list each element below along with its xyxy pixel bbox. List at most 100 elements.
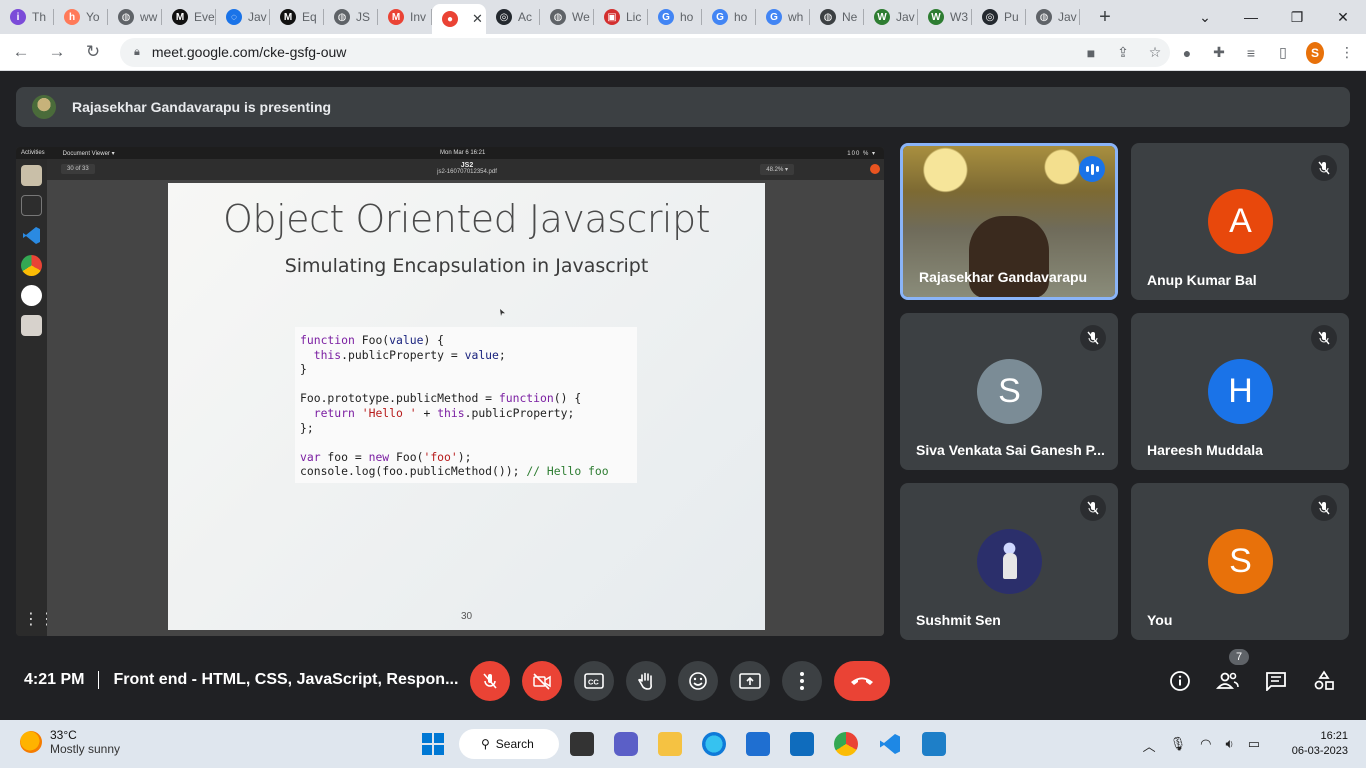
participant-tile[interactable]: S Siva Venkata Sai Ganesh P...	[900, 313, 1118, 470]
browser-tab[interactable]: ◍ Jav	[1026, 0, 1080, 34]
reload-icon[interactable]: ↻	[78, 42, 108, 62]
microphone-icon[interactable]: 🎙︎	[1170, 736, 1187, 755]
media-icon[interactable]: ≡	[1242, 45, 1260, 61]
browser-tab[interactable]: ◌ Jav	[216, 0, 270, 34]
wifi-icon[interactable]: ◠	[1200, 736, 1211, 755]
show-hidden-icons-icon[interactable]: ︿	[1143, 736, 1156, 755]
participant-tile[interactable]: A Anup Kumar Bal	[1131, 143, 1349, 300]
captions-icon: CC	[584, 673, 604, 689]
hand-icon	[638, 672, 652, 690]
store-icon[interactable]	[746, 732, 770, 756]
browser-tab[interactable]: ◎ Pu	[972, 0, 1026, 34]
browser-tab[interactable]: ◎ Ac	[486, 0, 540, 34]
participant-tile[interactable]: H Hareesh Muddala	[1131, 313, 1349, 470]
taskbar-clock[interactable]: 16:21 06-03-2023	[1292, 729, 1348, 759]
tab-favicon-icon: ◍	[550, 9, 566, 25]
participant-tile[interactable]: Rajasekhar Gandavarapu	[900, 143, 1118, 300]
browser-tab[interactable]: W W3	[918, 0, 972, 34]
extensions-icon[interactable]: ✚	[1210, 44, 1228, 61]
mail-icon[interactable]	[790, 732, 814, 756]
task-view-icon[interactable]	[570, 732, 594, 756]
activities-button[interactable]	[1310, 667, 1338, 695]
edge-icon[interactable]	[702, 732, 726, 756]
battery-icon[interactable]: ▭	[1248, 736, 1260, 755]
browser-tab[interactable]: ◍ ww	[108, 0, 162, 34]
code-token: new	[368, 449, 390, 464]
tab-favicon-icon: ◍	[820, 9, 836, 25]
browser-tab[interactable]: M Eq	[270, 0, 324, 34]
tab-label: Pu	[1004, 10, 1019, 24]
new-tab-button[interactable]: +	[1088, 6, 1122, 29]
browser-tab[interactable]: ◍ JS	[324, 0, 378, 34]
info-icon	[1170, 671, 1190, 691]
reactions-button[interactable]	[678, 661, 718, 701]
presenting-text: Rajasekhar Gandavarapu is presenting	[72, 99, 332, 115]
minimize-button[interactable]: —	[1228, 9, 1274, 25]
browser-tab-active[interactable]: ● ✕	[432, 4, 486, 34]
participant-tile[interactable]: Sushmit Sen	[900, 483, 1118, 640]
mic-toggle-button[interactable]	[470, 661, 510, 701]
present-screen-button[interactable]	[730, 661, 770, 701]
ubuntu-top-bar: Activities Document Viewer ▾ Mon Mar 6 1…	[16, 147, 884, 159]
maximize-button[interactable]: ❐	[1274, 9, 1320, 26]
forward-icon[interactable]: →	[42, 42, 72, 62]
camera-icon[interactable]: ■	[1082, 45, 1100, 61]
tab-label: Th	[32, 10, 47, 24]
search-label: Search	[495, 737, 534, 751]
bookmark-star-icon[interactable]: ☆	[1146, 44, 1164, 61]
back-icon[interactable]: ←	[6, 42, 36, 62]
leave-call-button[interactable]	[834, 661, 890, 701]
side-panel-icon[interactable]: ▯	[1274, 44, 1292, 61]
tab-label: Jav	[1058, 10, 1077, 24]
participant-name: You	[1147, 612, 1173, 628]
browser-tab[interactable]: ▣ Lic	[594, 0, 648, 34]
tab-label: wh	[788, 10, 804, 24]
address-bar[interactable]: 🔒︎ meet.google.com/cke-gsfg-ouw	[120, 37, 1170, 67]
code-token: this	[437, 405, 465, 420]
lock-icon[interactable]: 🔒︎	[134, 46, 140, 59]
volume-icon[interactable]: 🔉︎	[1226, 736, 1234, 755]
chat-button[interactable]	[1262, 667, 1290, 695]
weather-widget[interactable]: 33°C Mostly sunny	[20, 728, 120, 756]
menu-kebab-icon[interactable]: ⋮	[1338, 44, 1356, 61]
taskbar-time: 16:21	[1320, 730, 1348, 742]
windows-taskbar: 33°C Mostly sunny ⚲ Search ︿ 🎙︎ ◠ 🔉︎ ▭ 1…	[0, 720, 1366, 768]
meeting-details-button[interactable]	[1166, 667, 1194, 695]
browser-tab[interactable]: Gwh	[756, 0, 810, 34]
browser-tab[interactable]: i Th	[0, 0, 54, 34]
windows-start-icon[interactable]	[421, 732, 445, 756]
participant-tile[interactable]: S You	[1131, 483, 1349, 640]
mouse-cursor-icon	[500, 309, 505, 316]
browser-tab[interactable]: M Eve	[162, 0, 216, 34]
browser-tab[interactable]: Gho	[648, 0, 702, 34]
teams-chat-icon[interactable]	[614, 732, 638, 756]
slide-subtitle: Simulating Encapsulation in Javascript	[284, 255, 649, 277]
people-button[interactable]	[1214, 667, 1242, 695]
browser-tab[interactable]: Gho	[702, 0, 756, 34]
vscode-taskbar-icon[interactable]	[878, 732, 902, 756]
taskbar-search[interactable]: ⚲ Search	[459, 729, 559, 759]
close-window-button[interactable]: ✕	[1320, 9, 1366, 26]
browser-tab[interactable]: W Jav	[864, 0, 918, 34]
slide-page-number: 30	[460, 611, 473, 622]
more-options-button[interactable]	[782, 661, 822, 701]
ubuntu-dock: ⋮⋮	[16, 159, 55, 636]
browser-tab[interactable]: h Yo	[54, 0, 108, 34]
notes-app-icon[interactable]	[922, 732, 946, 756]
browser-tab[interactable]: ◍ We	[540, 0, 594, 34]
profile-avatar[interactable]: S	[1306, 41, 1324, 64]
share-icon[interactable]: ⇪	[1114, 44, 1132, 61]
camera-toggle-button[interactable]	[522, 661, 562, 701]
tab-search-icon[interactable]: ⌄	[1182, 9, 1228, 26]
browser-tab[interactable]: ◍ Ne	[810, 0, 864, 34]
file-explorer-icon[interactable]	[658, 732, 682, 756]
slack-icon	[21, 285, 42, 306]
tab-close-icon[interactable]: ✕	[472, 11, 483, 27]
captions-button[interactable]: CC	[574, 661, 614, 701]
browser-tab[interactable]: M Inv	[378, 0, 432, 34]
chrome-icon[interactable]	[834, 732, 858, 756]
temperature: 33°C	[50, 728, 77, 742]
tab-favicon-icon: ◌	[226, 9, 242, 25]
raise-hand-button[interactable]	[626, 661, 666, 701]
grammarly-icon[interactable]: ●	[1178, 45, 1196, 61]
